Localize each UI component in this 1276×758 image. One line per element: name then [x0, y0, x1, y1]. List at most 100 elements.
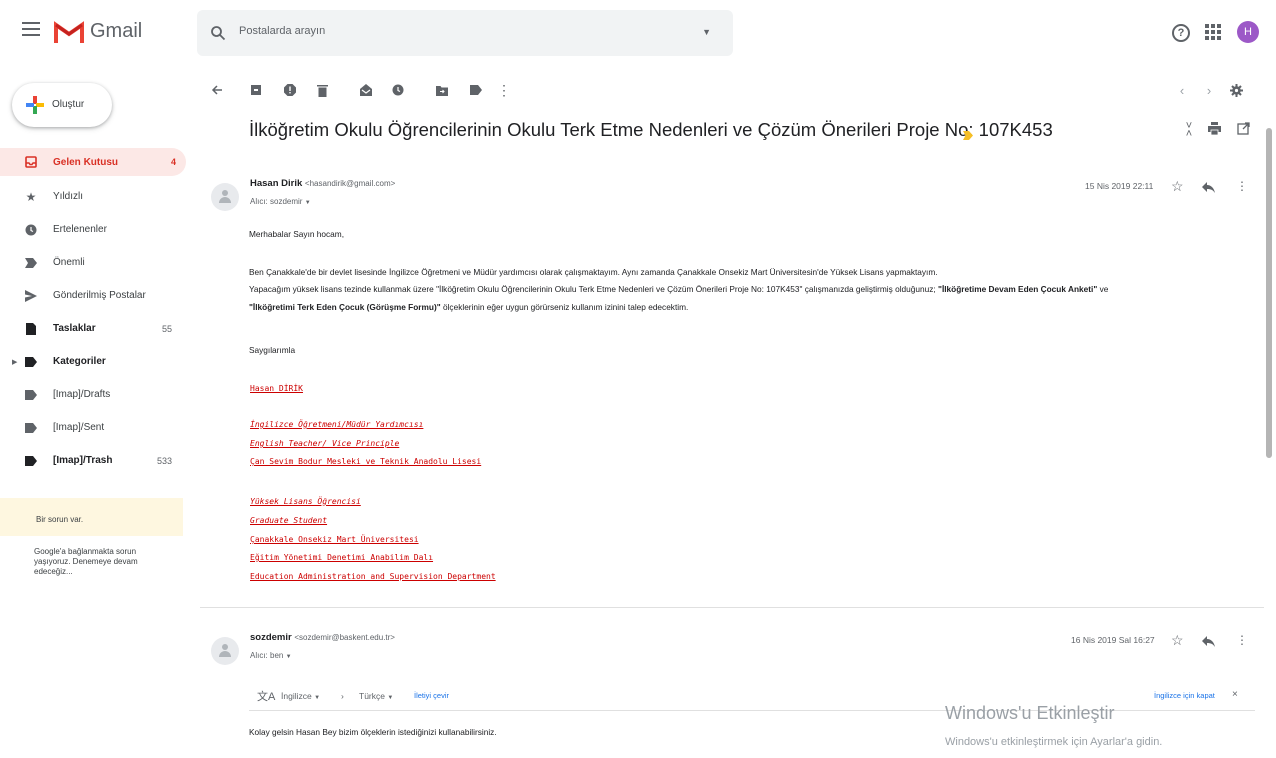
folder-move-icon — [436, 85, 448, 96]
email-paragraph-2: Yapacağım yüksek lisans tezinde kullanma… — [249, 284, 1108, 294]
signature-line[interactable]: English Teacher/ Vice Principle — [250, 439, 399, 448]
gmail-logo[interactable]: Gmail — [54, 20, 142, 43]
mark-unread-button[interactable] — [359, 81, 373, 99]
target-language-dropdown[interactable]: Türkçe ▼ — [359, 691, 393, 701]
draft-icon — [25, 322, 37, 335]
chevron-down-icon: ▼ — [387, 695, 394, 701]
sidebar-item-imap-drafts[interactable]: [Imap]/Drafts — [0, 378, 190, 411]
archive-icon — [251, 85, 261, 95]
sidebar-item-imap-sent[interactable]: [Imap]/Sent — [0, 411, 190, 444]
main-menu-icon[interactable] — [22, 22, 40, 36]
delete-button[interactable] — [315, 81, 329, 99]
help-icon[interactable]: ? — [1172, 24, 1190, 42]
reply-icon[interactable] — [1202, 634, 1216, 648]
labels-button[interactable] — [469, 81, 483, 99]
older-chevron-icon[interactable]: › — [1203, 81, 1215, 99]
sender-line: sozdemir <sozdemir@baskent.edu.tr> — [250, 632, 395, 643]
signature-line[interactable]: Graduate Student — [250, 516, 327, 525]
back-button[interactable] — [210, 81, 224, 99]
search-options-icon[interactable]: ▼ — [702, 27, 711, 37]
settings-button[interactable] — [1229, 81, 1243, 99]
signature-line[interactable]: Yüksek Lisans Öğrencisi — [250, 497, 361, 506]
signature-line[interactable]: Çan Sevim Bodur Mesleki ve Teknik Anadol… — [250, 457, 481, 466]
collapse-all-icon[interactable]: ˅ ˄ — [1181, 121, 1197, 140]
form-name-1: "İlköğretime Devam Eden Çocuk Anketi" — [938, 284, 1098, 294]
star-icon[interactable]: ☆ — [1171, 179, 1185, 193]
compose-button[interactable]: Oluştur — [12, 83, 112, 127]
important-marker-icon[interactable] — [963, 131, 973, 140]
warning-title: Bir sorun var. — [36, 515, 84, 524]
sidebar-item-inbox[interactable]: Gelen Kutusu 4 — [0, 148, 186, 176]
message-more-icon[interactable]: ⋮ — [1235, 633, 1249, 647]
important-icon — [25, 257, 37, 269]
trash-icon — [316, 84, 328, 97]
chevron-down-icon: ▼ — [304, 200, 311, 206]
sidebar-item-sent[interactable]: Gönderilmiş Postalar — [0, 279, 190, 312]
message-more-icon[interactable]: ⋮ — [1235, 179, 1249, 193]
source-language-dropdown[interactable]: İngilizce ▼ — [281, 691, 320, 701]
gmail-m-icon — [54, 20, 84, 43]
translate-message-link[interactable]: İletiyi çevir — [414, 691, 449, 700]
report-spam-button[interactable] — [283, 81, 297, 99]
sidebar-item-label: Gelen Kutusu — [53, 156, 119, 168]
recipient-dropdown[interactable]: Alıcı: sozdemir ▼ — [250, 197, 311, 206]
email-paragraph-1: Ben Çanakkale'de bir devlet lisesinde İn… — [249, 267, 938, 277]
recipient-label: Alıcı: sozdemir — [250, 197, 303, 206]
activation-watermark-text: Windows'u etkinleştirmek için Ayarlar'a … — [945, 736, 1163, 748]
newer-chevron-icon[interactable]: ‹ — [1176, 81, 1188, 99]
more-options-icon[interactable]: ⋮ — [497, 81, 511, 99]
sidebar-nav: Gelen Kutusu 4 ★ Yıldızlı Ertelenenler Ö… — [0, 148, 190, 477]
apps-grid-icon[interactable] — [1205, 24, 1221, 40]
search-icon[interactable] — [210, 25, 226, 41]
sender-line: Hasan Dirik <hasandirik@gmail.com> — [250, 178, 395, 189]
sidebar-item-categories[interactable]: ▶ Kategoriler — [0, 345, 190, 378]
clock-icon — [392, 84, 404, 96]
sidebar-item-imap-trash[interactable]: [Imap]/Trash 533 — [0, 444, 190, 477]
scrollbar[interactable] — [1266, 128, 1272, 458]
paragraph-text: Yapacağım yüksek lisans tezinde kullanma… — [249, 284, 939, 294]
app-name: Gmail — [90, 20, 143, 42]
signature-line[interactable]: İngilizce Öğretmeni/Müdür Yardımcısı — [250, 420, 423, 429]
recipient-dropdown[interactable]: Alıcı: ben ▼ — [250, 651, 292, 660]
move-to-button[interactable] — [435, 81, 449, 99]
reply-body: Kolay gelsin Hasan Bey bizim ölçeklerin … — [249, 727, 497, 737]
email-greeting: Merhabalar Sayın hocam, — [249, 229, 345, 239]
signature-line[interactable]: Eğitim Yönetimi Denetimi Anabilim Dalı — [250, 553, 433, 562]
form-name-2: "İlköğretimi Terk Eden Çocuk (Görüşme Fo… — [249, 302, 441, 312]
close-icon[interactable]: × — [1232, 689, 1238, 700]
sender-email: <sozdemir@baskent.edu.tr> — [294, 633, 395, 642]
unread-count: 4 — [170, 157, 176, 167]
reply-icon[interactable] — [1202, 180, 1216, 194]
target-language: Türkçe — [359, 691, 385, 701]
paragraph-text: ölçeklerinin eğer uygun görürseniz kulla… — [440, 302, 689, 312]
expand-arrow-icon[interactable]: ▶ — [12, 358, 17, 366]
source-language: İngilizce — [281, 691, 312, 701]
signature-name[interactable]: Hasan DİRİK — [250, 384, 303, 393]
search-input[interactable]: Postalarda arayın — [239, 25, 325, 37]
sidebar-item-snoozed[interactable]: Ertelenenler — [0, 213, 190, 246]
close-translate-link[interactable]: İngilizce için kapat — [1154, 691, 1215, 700]
sidebar-item-label: Gönderilmiş Postalar — [53, 290, 146, 301]
open-new-window-icon[interactable] — [1237, 122, 1253, 138]
warning-message: Google'a bağlanmakta sorun yaşıyoruz. De… — [34, 547, 138, 576]
chevron-down-icon: ▼ — [314, 695, 321, 701]
message-date: 15 Nis 2019 22:11 — [1085, 181, 1154, 191]
archive-button[interactable] — [249, 81, 263, 99]
sidebar-item-drafts[interactable]: Taslaklar 55 — [0, 312, 190, 345]
star-icon[interactable]: ☆ — [1171, 633, 1185, 647]
compose-plus-icon — [26, 96, 44, 114]
signature-line[interactable]: Education Administration and Supervision… — [250, 572, 496, 581]
sidebar-item-starred[interactable]: ★ Yıldızlı — [0, 180, 190, 213]
sender-avatar — [211, 637, 239, 665]
compose-label: Oluştur — [52, 99, 85, 110]
email-closing: Saygılarımla — [249, 345, 296, 355]
search-bar[interactable]: Postalarda arayın ▼ — [197, 10, 733, 56]
snooze-button[interactable] — [391, 81, 405, 99]
recipient-label: Alıcı: ben — [250, 651, 284, 660]
sidebar-item-important[interactable]: Önemli — [0, 246, 190, 279]
thread-subject: İlköğretim Okulu Öğrencilerinin Okulu Te… — [249, 119, 1053, 140]
account-avatar[interactable]: H — [1237, 21, 1259, 43]
chevron-down-icon: ▼ — [285, 654, 292, 660]
print-icon[interactable] — [1208, 122, 1224, 138]
signature-line[interactable]: Çanakkale Onsekiz Mart Üniversitesi — [250, 535, 419, 544]
